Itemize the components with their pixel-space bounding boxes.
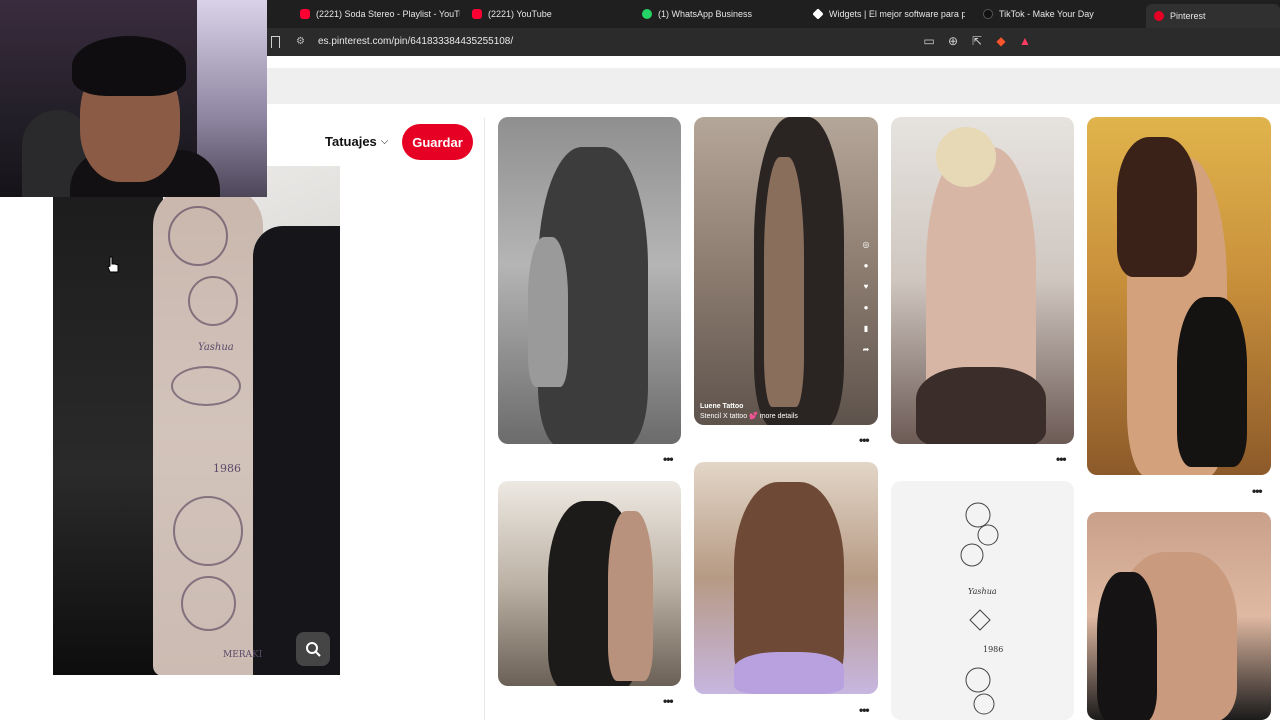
screen-cast-icon[interactable]: ▭ (922, 34, 936, 48)
pin-top (1177, 297, 1247, 467)
stencil-date: 1986 (983, 645, 1004, 654)
tab-title: (1) WhatsApp Business (658, 9, 753, 19)
pin-arm (764, 157, 804, 407)
grid-pin[interactable] (498, 117, 681, 444)
tattoo-word: MERAKI (223, 650, 263, 660)
pin-arm (608, 511, 653, 681)
tiktok-actions: ◎ ● ♥ ● ▮ ➦ (858, 240, 874, 354)
zoom-icon[interactable]: ⊕ (946, 34, 960, 48)
tattoo-flower (188, 276, 238, 326)
share-icon[interactable]: ➦ (863, 345, 870, 354)
site-info-icon[interactable]: ⚙ (296, 37, 308, 47)
tattoo-flower (181, 576, 236, 631)
pin-more-icon[interactable]: ••• (663, 452, 674, 466)
tattoo-script: Yashua (198, 342, 234, 353)
tab-tiktok[interactable]: TikTok - Make Your Day (983, 4, 1113, 24)
tab-title: (2221) YouTube (488, 9, 552, 19)
tab-title: TikTok - Make Your Day (999, 9, 1094, 19)
chevron-down-icon: ⌵ (380, 136, 389, 147)
screen: (2221) Soda Stereo - Playlist - YouTu (2… (0, 0, 1280, 720)
pin-hair (1117, 137, 1197, 277)
youtube-icon (300, 9, 310, 19)
tiktok-user: Luene Tattoo (700, 403, 744, 410)
pinterest-icon (1154, 11, 1164, 21)
lens-icon (306, 642, 321, 657)
tattoo-flower (168, 206, 228, 266)
pin-top (1097, 572, 1157, 720)
widgets-icon (813, 8, 824, 20)
image-dress (253, 226, 340, 675)
whatsapp-icon (642, 9, 652, 19)
grid-pin[interactable] (1087, 117, 1271, 475)
tab-youtube[interactable]: (2221) YouTube (472, 4, 592, 24)
main-pin-image[interactable]: Yashua 1986 MERAKI (53, 166, 340, 675)
pin-pants (916, 367, 1046, 444)
tab-title: Widgets | El mejor software para pot (829, 9, 965, 19)
bookmark-icon[interactable]: ▮ (864, 324, 868, 333)
url-field[interactable]: es.pinterest.com/pin/641833384435255108/ (318, 36, 513, 47)
grid-pin[interactable] (694, 462, 878, 694)
grid-pin[interactable] (1087, 512, 1271, 720)
pin-hair (936, 127, 996, 187)
tattoo-flower (173, 496, 243, 566)
pin-more-icon[interactable]: ••• (663, 694, 674, 708)
visual-search-button[interactable] (296, 632, 330, 666)
tiktok-text: Stencil X tattoo 💕 more details (700, 413, 798, 420)
pin-bottom (734, 652, 844, 694)
bookmark-icon[interactable] (271, 36, 280, 48)
tab-widgets[interactable]: Widgets | El mejor software para pot (813, 4, 965, 24)
heart-icon[interactable]: ♥ (864, 282, 869, 291)
avatar[interactable]: ● (864, 261, 869, 270)
tiktok-caption: Luene Tattoo Stencil X tattoo 💕 more det… (700, 402, 798, 422)
pin-arm (528, 237, 568, 387)
tab-whatsapp[interactable]: (1) WhatsApp Business (642, 4, 772, 24)
pin-more-icon[interactable]: ••• (859, 433, 870, 447)
pinterest-header (267, 68, 1280, 104)
brave-shield-icon[interactable]: ◆ (994, 34, 1008, 48)
board-selector[interactable]: Tatuajes ⌵ (325, 134, 388, 149)
image-hair (53, 166, 163, 675)
comment-icon[interactable]: ● (864, 303, 869, 312)
grid-pin-video[interactable] (694, 117, 878, 425)
brave-rewards-icon[interactable]: ▲ (1018, 34, 1032, 48)
pin-more-icon[interactable]: ••• (859, 703, 870, 717)
pin-more-icon[interactable]: ••• (1252, 484, 1263, 498)
pin-more-icon[interactable]: ••• (1056, 452, 1067, 466)
grid-pin[interactable] (498, 481, 681, 686)
tattoo-date: 1986 (213, 462, 241, 475)
hand-cursor-icon (107, 256, 119, 273)
board-selector-label: Tatuajes (325, 134, 377, 149)
webcam-overlay (0, 0, 267, 197)
tattoo-butterfly (171, 366, 241, 406)
address-tools: ▭ ⊕ ⇱ ◆ ▲ (922, 34, 1032, 48)
stencil-drawing (960, 502, 999, 715)
webcam-hair (72, 36, 186, 96)
panel-divider (484, 118, 485, 720)
save-button[interactable]: Guardar (402, 124, 473, 160)
tab-pinterest[interactable]: Pinterest (1146, 4, 1280, 28)
grid-pin[interactable] (891, 117, 1074, 444)
share-icon[interactable]: ⇱ (970, 34, 984, 48)
youtube-icon (472, 9, 482, 19)
rotate-icon[interactable]: ◎ (863, 240, 870, 249)
stencil-script: Yashua (968, 587, 997, 596)
tiktok-icon (983, 9, 993, 19)
tab-soda-stereo[interactable]: (2221) Soda Stereo - Playlist - YouTu (300, 4, 460, 24)
tab-title: Pinterest (1170, 11, 1206, 21)
tab-title: (2221) Soda Stereo - Playlist - YouTu (316, 9, 460, 19)
